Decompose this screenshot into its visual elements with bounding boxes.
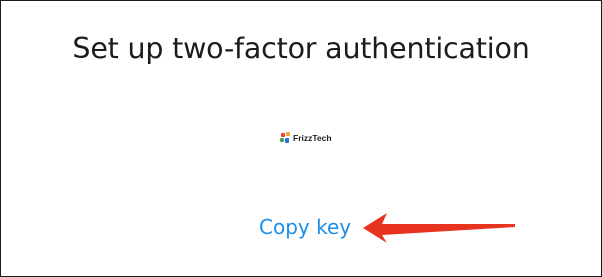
watermark-text: FrizzTech [293,133,332,143]
frizztech-logo-icon [280,132,290,143]
red-arrow-icon [363,213,515,243]
copy-key-link[interactable]: Copy key [259,213,351,241]
screenshot-frame: Set up two-factor authentication FrizzTe… [0,0,602,277]
page-title: Set up two-factor authentication [72,32,530,65]
watermark: FrizzTech [280,132,332,144]
